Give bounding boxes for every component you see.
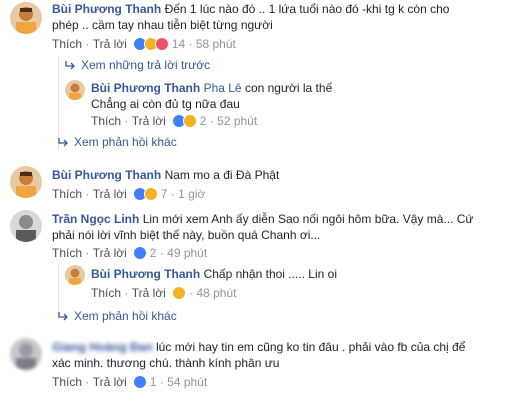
timestamp[interactable]: 48 phút [196,285,236,301]
reaction-summary[interactable] [132,246,147,260]
like-reaction-icon [132,375,147,389]
reaction-summary[interactable] [132,187,158,201]
reply-link[interactable]: Trả lời [93,186,127,202]
reaction-count: 14 [171,37,186,51]
like-link[interactable]: Thích [52,36,82,52]
comment-text: Trần Ngọc Linh Lin mới xem Anh ấy diễn S… [52,211,502,243]
reaction-count: 2 [149,246,157,260]
view-previous-replies[interactable]: Xem những trả lời trước [65,57,210,73]
comment-body-line2: xác minh. thương chú. thành kính phân ưu [52,356,280,370]
reaction-summary[interactable] [132,37,169,51]
view-more-replies[interactable]: Xem phản hồi khác [58,134,177,150]
reply-link[interactable]: Trả lời [93,36,127,52]
reply-arrow-icon [58,312,68,321]
reaction-count: 7 [160,187,168,201]
like-link[interactable]: Thích [52,186,82,202]
avatar[interactable] [10,2,42,34]
avatar[interactable] [65,265,85,285]
timestamp[interactable]: 52 phút [217,113,257,129]
comment-author[interactable]: Bùi Phương Thanh [52,168,161,182]
comment-author[interactable]: Trần Ngọc Linh [52,212,139,226]
avatar[interactable] [10,210,42,242]
reply-body-line2: Chẳng ai còn đủ tg nữa đau [91,97,240,111]
timestamp[interactable]: 1 giờ [178,186,205,202]
reply-actions: Thích · Trả lời 2 · 52 phút [91,113,258,129]
reply-actions: Thích · Trả lời · 48 phút [91,285,237,301]
reply-link[interactable]: Trả lời [132,113,166,129]
comment-actions: Thích · Trả lời 14 · 58 phút [52,36,236,52]
comment-body-line1: lúc mới hay tin em cũng ko tin đâu . phả… [156,340,466,354]
reaction-summary[interactable] [171,114,197,128]
comment-actions: Thích · Trả lời 1 · 54 phút [52,374,208,390]
reply-link[interactable]: Trả lời [132,285,166,301]
comment-body-line1: Lin mới xem Anh ấy diễn Sao nối ngôi hôm… [142,212,474,226]
avatar[interactable] [10,338,42,370]
love-reaction-icon [154,37,169,51]
reply-link[interactable]: Trả lời [93,374,127,390]
comment-text: Bùi Phương Thanh Nam mo a đi Đà Phật [52,167,502,183]
comment-body: Nam mo a đi Đà Phật [164,168,280,182]
sad-reaction-icon [182,114,197,128]
reply-text: Bùi Phương Thanh Chấp nhận thoi ..... Li… [91,266,501,282]
reaction-summary[interactable] [171,286,186,300]
comment-body-line1: Đến 1 lúc nào đó .. 1 lứa tuổi nào đó -k… [164,2,450,16]
like-reaction-icon [132,246,147,260]
reply-arrow-icon [58,138,68,147]
reply-arrow-icon [65,61,75,70]
comment-actions: Thích · Trả lời 2 · 49 phút [52,245,208,261]
like-link[interactable]: Thích [91,285,121,301]
reply-author[interactable]: Bùi Phương Thanh [91,81,200,95]
comment-author[interactable]: Bùi Phương Thanh [52,2,161,16]
avatar[interactable] [65,80,85,100]
comment-text: Bùi Phương Thanh Đến 1 lúc nào đó .. 1 l… [52,1,502,33]
reply-body: Chấp nhận thoi ..... Lin oi [203,267,337,281]
sad-reaction-icon [143,187,158,201]
reply-link[interactable]: Trả lời [93,245,127,261]
like-link[interactable]: Thích [91,113,121,129]
timestamp[interactable]: 54 phút [167,374,207,390]
comment-body-line2: phải nói lời vĩnh biệt thế này, buồn quá… [52,228,321,242]
view-more-replies[interactable]: Xem phản hồi khác [58,308,177,324]
comment-body-line2: phép .. cầm tay nhau tiễn biệt từng ngườ… [52,18,273,32]
timestamp[interactable]: 49 phút [167,245,207,261]
comment-author[interactable]: Giang Hoàng Đan [52,340,153,354]
avatar[interactable] [10,166,42,198]
sad-reaction-icon [171,286,186,300]
like-link[interactable]: Thích [52,245,82,261]
reply-author[interactable]: Bùi Phương Thanh [91,267,200,281]
reaction-count: 1 [149,375,157,389]
tagged-user[interactable]: Pha Lê [204,81,242,95]
timestamp[interactable]: 58 phút [196,36,236,52]
reply-body-line1: con người la thế [244,81,333,95]
comment-actions: Thích · Trả lời 7 · 1 giờ [52,186,206,202]
reaction-summary[interactable] [132,375,147,389]
comment-text: Giang Hoàng Đan lúc mới hay tin em cũng … [52,339,502,371]
reaction-count: 2 [199,114,207,128]
like-link[interactable]: Thích [52,374,82,390]
reply-text: Bùi Phương Thanh Pha Lê con người la thế… [91,80,501,112]
